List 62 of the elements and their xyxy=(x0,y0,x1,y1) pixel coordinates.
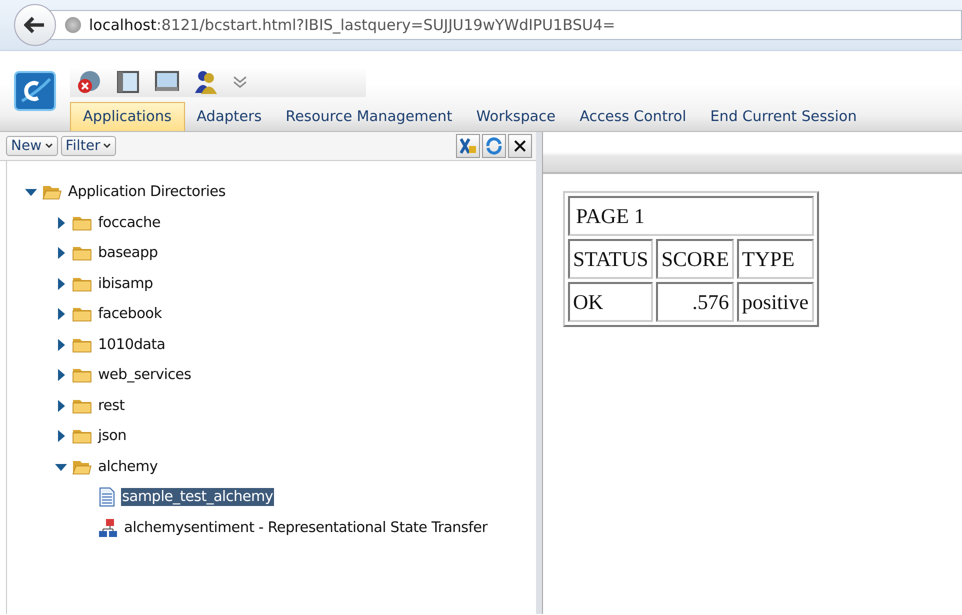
collapsed-arrow-icon[interactable] xyxy=(55,430,67,442)
address-bar[interactable]: localhost:8121/bcstart.html?IBIS_lastquery=SUJJU19wYWdIPU1BSU4= xyxy=(50,10,962,40)
table-cell: .576 xyxy=(656,282,734,322)
column-header: SCORE xyxy=(656,239,734,279)
open-folder-icon xyxy=(42,183,62,202)
caret-icon xyxy=(44,143,53,149)
folder-icon xyxy=(72,305,92,324)
tree-item[interactable]: web_services xyxy=(97,366,192,384)
expanded-arrow-icon[interactable] xyxy=(25,186,37,198)
monitor-icon[interactable] xyxy=(154,70,180,94)
tree-item[interactable]: foccache xyxy=(97,214,162,232)
globe-error-icon[interactable] xyxy=(76,69,102,95)
tree-item[interactable]: baseapp xyxy=(97,244,159,262)
column-header: TYPE xyxy=(737,239,814,279)
app-logo-icon xyxy=(14,71,58,113)
close-icon xyxy=(513,139,527,153)
dropdown-button[interactable]: New xyxy=(6,136,58,156)
menu-tab[interactable]: Applications xyxy=(70,102,185,131)
menu-tab[interactable]: Workspace xyxy=(464,103,568,131)
menu-tab[interactable]: Access Control xyxy=(568,103,698,131)
chevron-down-icon[interactable] xyxy=(232,75,248,89)
close-button[interactable] xyxy=(508,134,532,158)
users-icon[interactable] xyxy=(194,69,218,95)
tree-item[interactable]: sample_test_alchemy xyxy=(121,488,274,506)
report-title: PAGE 1 xyxy=(568,196,814,236)
tree-item[interactable]: Application Directories xyxy=(67,183,226,202)
back-arrow-icon xyxy=(24,16,46,34)
table-cell: OK xyxy=(568,282,654,322)
tree-tool-button[interactable] xyxy=(456,134,480,158)
menu-tab[interactable]: Resource Management xyxy=(274,103,464,131)
collapsed-arrow-icon[interactable] xyxy=(55,278,67,290)
tree-item[interactable]: rest xyxy=(97,396,126,415)
column-header: STATUS xyxy=(568,239,654,279)
network-icon xyxy=(98,518,118,538)
back-button[interactable] xyxy=(14,4,56,46)
dropdown-button[interactable]: Filter xyxy=(60,136,116,156)
caret-icon xyxy=(103,143,112,149)
refresh-icon xyxy=(485,137,503,155)
collapsed-arrow-icon[interactable] xyxy=(55,400,67,412)
tree-item[interactable]: alchemy xyxy=(97,458,159,476)
folder-icon xyxy=(72,244,92,262)
collapsed-arrow-icon[interactable] xyxy=(55,308,67,320)
folder-icon xyxy=(72,366,92,384)
document-icon xyxy=(98,487,116,508)
collapsed-arrow-icon[interactable] xyxy=(55,247,67,260)
collapsed-arrow-icon[interactable] xyxy=(55,338,67,351)
tree-item[interactable]: facebook xyxy=(97,305,163,324)
menu-tab[interactable]: Adapters xyxy=(184,103,274,131)
tree-tool-icon xyxy=(459,137,477,155)
tree-item[interactable]: json xyxy=(97,427,128,446)
tree-item[interactable]: 1010data xyxy=(97,336,166,354)
folder-icon xyxy=(72,427,92,446)
table-cell: positive xyxy=(737,282,814,322)
tree-item[interactable]: alchemysentiment - Representational State Transfer xyxy=(123,518,488,537)
globe-icon xyxy=(65,17,81,33)
collapsed-arrow-icon[interactable] xyxy=(55,369,67,382)
tree-item[interactable]: ibisamp xyxy=(97,274,154,293)
menu-tab[interactable]: End Current Session xyxy=(698,103,869,131)
url-text: localhost:8121/bcstart.html?IBIS_lastquery=SUJJU19wYWdIPU1BSU4= xyxy=(89,16,616,34)
window-icon[interactable] xyxy=(116,70,140,94)
collapsed-arrow-icon[interactable] xyxy=(55,216,67,229)
refresh-button[interactable] xyxy=(482,134,506,158)
